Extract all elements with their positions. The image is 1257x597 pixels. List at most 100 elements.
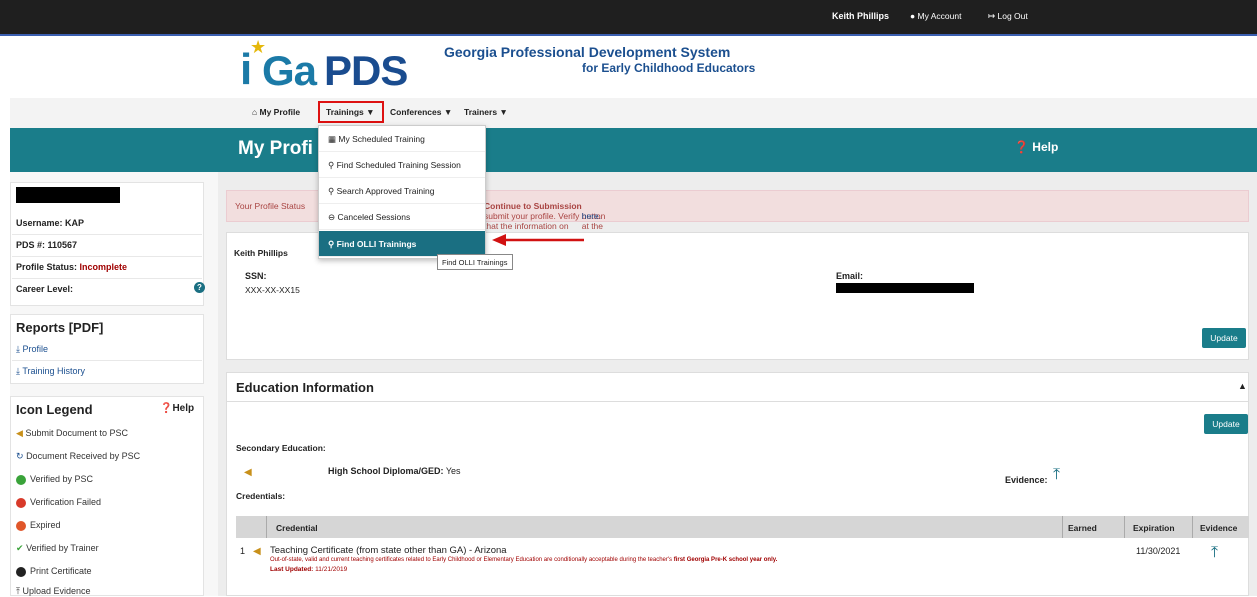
nav-my-profile[interactable]: ⌂ My Profile [252, 107, 300, 117]
question-icon: ❓ [1014, 140, 1029, 154]
evidence-label: Evidence: [1005, 475, 1048, 485]
education-update-button[interactable]: Update [1204, 414, 1248, 434]
download-icon: ⤓ [16, 366, 20, 376]
education-heading: Education Information [236, 380, 374, 395]
profile-status: Profile Status: Incomplete [16, 262, 128, 272]
last-updated: Last Updated: 11/21/2019 [270, 566, 348, 573]
divider [12, 360, 202, 361]
search-icon: ⚲ [328, 239, 335, 249]
legend-verified-trainer: ✔ Verified by Trainer [16, 543, 99, 553]
legend-upload: ⤒ Upload Evidence [16, 586, 91, 596]
my-account-link[interactable]: ● My Account [910, 11, 961, 21]
received-icon: ↻ [16, 451, 24, 461]
legend-heading: Icon Legend [16, 402, 93, 417]
tooltip: Find OLLI Trainings [437, 254, 513, 270]
legend-submit: ◀ Submit Document to PSC [16, 428, 128, 438]
profile-update-button[interactable]: Update [1202, 328, 1246, 348]
help-link[interactable]: ❓ Help [1014, 140, 1058, 154]
nav-trainers[interactable]: Trainers ▼ [464, 107, 508, 117]
education-header[interactable] [226, 372, 1249, 402]
legend-print: Print Certificate [16, 566, 92, 577]
upload-icon: ⤒ [16, 586, 20, 596]
reports-heading: Reports [PDF] [16, 320, 104, 335]
credential-note: Out-of-state, valid and current teaching… [270, 557, 778, 563]
profile-name: Keith Phillips [234, 248, 288, 258]
secondary-education-label: Secondary Education: [236, 443, 326, 453]
user-name: Keith Phillips [832, 11, 890, 21]
page-banner: My Profi ❓ Help [10, 128, 1257, 172]
trainings-highlight-box [318, 101, 384, 123]
legend-received: ↻ Document Received by PSC [16, 451, 141, 461]
submit-document-icon[interactable]: ◀ [244, 467, 252, 478]
credential-name: Teaching Certificate (from state other t… [270, 545, 507, 556]
legend-verified: Verified by PSC [16, 474, 93, 485]
ssn-label: SSN: [245, 271, 267, 281]
logout-icon: ↦ [988, 11, 996, 21]
question-icon: ❓ [160, 403, 173, 414]
col-evidence[interactable]: Evidence [1200, 523, 1237, 533]
credentials-table-header [236, 516, 1249, 538]
col-credential[interactable]: Credential [276, 523, 318, 533]
menu-search-approved-training[interactable]: ⚲ Search Approved Training [319, 178, 485, 204]
site-subtitle: for Early Childhood Educators [582, 61, 756, 75]
search-icon: ⚲ [328, 160, 335, 170]
page-title: My Profi [238, 138, 313, 159]
download-icon: ⤓ [16, 344, 20, 354]
print-icon [16, 566, 26, 577]
legend-expired: Expired [16, 520, 61, 531]
logo-i: i [240, 45, 253, 94]
divider [12, 256, 202, 257]
nav-conferences[interactable]: Conferences ▼ [390, 107, 452, 117]
row-index: 1 [240, 546, 246, 556]
home-icon: ⌂ [252, 107, 258, 117]
report-profile-link[interactable]: ⤓ Profile [16, 344, 48, 355]
divider [1192, 516, 1193, 538]
submit-document-icon[interactable]: ◀ [253, 546, 261, 557]
search-icon: ⚲ [328, 186, 335, 196]
divider [266, 516, 267, 538]
verified-icon [16, 474, 26, 485]
col-expiration[interactable]: Expiration [1133, 523, 1175, 533]
profile-status-value: Incomplete [79, 262, 128, 272]
account-icon: ● [910, 11, 916, 21]
top-bar: Keith Phillips ● My Account ↦ Log Out [0, 0, 1257, 36]
email-label: Email: [836, 271, 864, 281]
col-earned[interactable]: Earned [1068, 523, 1097, 533]
redacted-email [836, 283, 974, 293]
logo-pds: PDS [324, 47, 408, 94]
menu-find-scheduled-session[interactable]: ⚲ Find Scheduled Training Session [319, 152, 485, 178]
report-training-history-link[interactable]: ⤓ Training History [16, 366, 85, 377]
collapse-icon[interactable]: ▲ [1238, 381, 1247, 391]
menu-canceled-sessions[interactable]: ⊖ Canceled Sessions [319, 204, 485, 230]
upload-evidence-icon[interactable]: ⤒ [1211, 544, 1218, 562]
divider [12, 234, 202, 235]
annotation-arrow [492, 234, 584, 246]
divider [1062, 516, 1063, 538]
menu-my-scheduled-training[interactable]: ▦ My Scheduled Training [319, 126, 485, 152]
divider [12, 278, 202, 279]
legend-help-link[interactable]: ❓Help [160, 403, 194, 414]
username: Username: KAP [16, 218, 85, 228]
redacted-name [16, 187, 120, 203]
here-link[interactable]: here. [582, 211, 601, 221]
trainings-dropdown: ▦ My Scheduled Training ⚲ Find Scheduled… [318, 125, 486, 259]
info-icon[interactable]: ? [194, 282, 205, 293]
calendar-icon: ▦ [328, 134, 337, 144]
pds-number: PDS #: 110567 [16, 240, 78, 250]
expiration-date: 11/30/2021 [1136, 546, 1181, 556]
site-title: Georgia Professional Development System [444, 44, 731, 60]
minus-circle-icon: ⊖ [328, 212, 336, 222]
ssn-value: XXX-XX-XX15 [245, 285, 300, 295]
legend-failed: Verification Failed [16, 497, 101, 508]
career-level: Career Level: [16, 284, 74, 294]
submit-document-icon: ◀ [16, 428, 23, 438]
expired-icon [16, 520, 26, 531]
main-nav [10, 98, 1257, 129]
credentials-label: Credentials: [236, 491, 286, 501]
upload-evidence-icon[interactable]: ⤒ [1053, 466, 1060, 484]
logo-ga: Ga [262, 47, 317, 94]
diploma-row: High School Diploma/GED: Yes [328, 466, 461, 476]
failed-icon [16, 497, 26, 508]
log-out-link[interactable]: ↦ Log Out [988, 11, 1028, 22]
checkmark-icon: ✔ [16, 543, 24, 553]
